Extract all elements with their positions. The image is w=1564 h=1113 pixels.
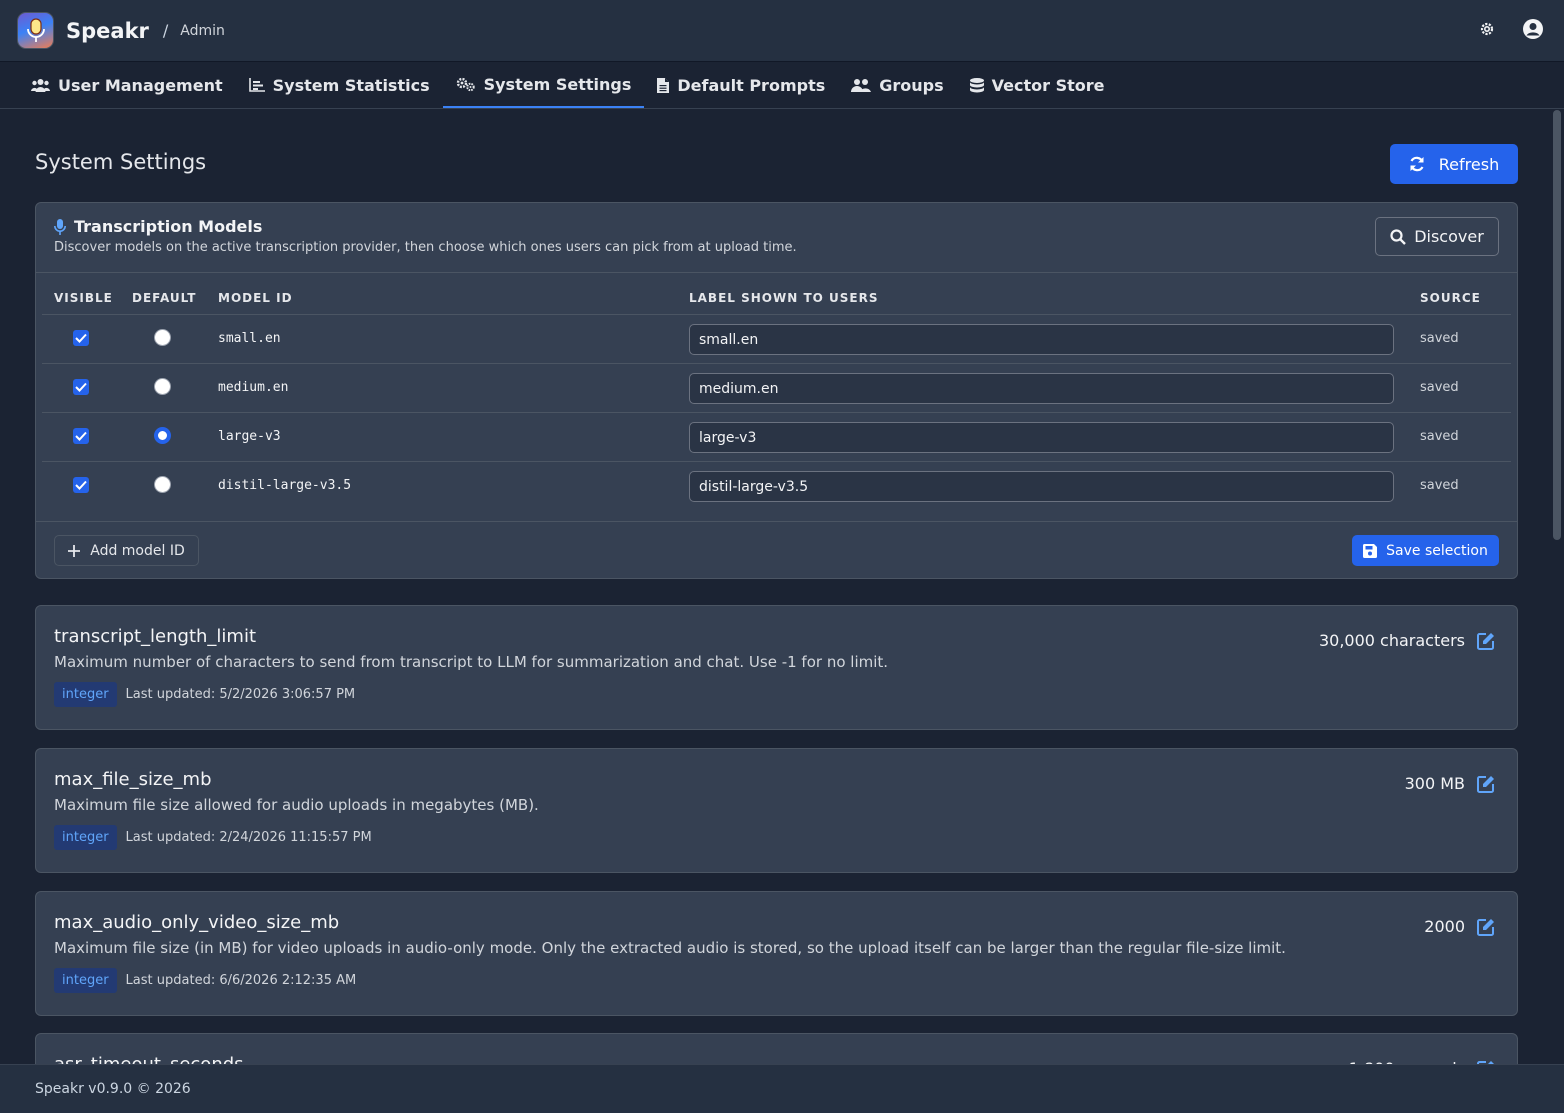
setting-name: max_file_size_mb — [54, 769, 212, 790]
default-radio[interactable] — [154, 329, 171, 346]
plus-icon — [68, 544, 81, 557]
model-source: saved — [1420, 429, 1459, 444]
page-title: System Settings — [35, 150, 207, 174]
table-row: large-v3 saved — [42, 413, 1511, 462]
col-source: SOURCE — [1420, 291, 1481, 305]
model-label-input[interactable] — [689, 373, 1394, 404]
setting-description: Maximum file size (in MB) for video uplo… — [54, 939, 1286, 957]
refresh-icon — [1410, 156, 1424, 172]
visible-checkbox[interactable] — [73, 428, 89, 444]
edit-icon[interactable] — [1477, 918, 1495, 936]
transcription-models-card: Transcription Models Discover models on … — [35, 202, 1518, 579]
col-default: DEFAULT — [132, 291, 197, 305]
setting-name: transcript_length_limit — [54, 626, 257, 647]
type-badge: integer — [54, 682, 117, 707]
visible-checkbox[interactable] — [73, 379, 89, 395]
brand-name[interactable]: Speakr — [66, 19, 149, 43]
tab-label: System Settings — [483, 74, 632, 94]
database-icon — [969, 77, 984, 92]
save-selection-label: Save selection — [1386, 542, 1488, 559]
setting-value: 30,000 characters — [1318, 631, 1465, 650]
visible-checkbox[interactable] — [73, 330, 89, 346]
col-model-id: MODEL ID — [218, 291, 293, 305]
speakr-logo-icon[interactable] — [17, 12, 54, 49]
tab-system-statistics[interactable]: System Statistics — [236, 62, 443, 108]
discover-button[interactable]: Discover — [1375, 217, 1499, 256]
setting-card: max_file_size_mb Maximum file size allow… — [35, 748, 1518, 873]
tab-groups[interactable]: Groups — [838, 62, 956, 108]
models-table-header: VISIBLE DEFAULT MODEL ID LABEL SHOWN TO … — [42, 274, 1511, 315]
search-icon — [1390, 228, 1407, 245]
default-radio[interactable] — [154, 476, 171, 493]
tab-label: Groups — [879, 75, 944, 95]
save-icon — [1363, 543, 1378, 558]
setting-card: transcript_length_limit Maximum number o… — [35, 605, 1518, 730]
models-table: VISIBLE DEFAULT MODEL ID LABEL SHOWN TO … — [36, 274, 1517, 511]
setting-value: 2000 — [1424, 917, 1465, 936]
setting-description: Maximum file size allowed for audio uplo… — [54, 796, 539, 814]
bar-chart-icon — [248, 78, 265, 92]
refresh-label: Refresh — [1438, 154, 1500, 174]
add-model-button[interactable]: Add model ID — [54, 535, 199, 566]
default-radio-selected[interactable] — [154, 427, 171, 444]
setting-description: Maximum number of characters to send fro… — [54, 653, 889, 671]
model-label-input[interactable] — [689, 471, 1394, 502]
setting-card: max_audio_only_video_size_mb Maximum fil… — [35, 891, 1518, 1016]
user-account-icon[interactable] — [1522, 18, 1544, 40]
col-label: LABEL SHOWN TO USERS — [689, 291, 879, 305]
group-icon — [851, 78, 872, 92]
edit-icon[interactable] — [1477, 775, 1495, 793]
table-row: medium.en saved — [42, 364, 1511, 413]
tab-default-prompts[interactable]: Default Prompts — [644, 62, 838, 108]
gears-icon — [456, 77, 475, 91]
edit-icon[interactable] — [1477, 632, 1495, 650]
tab-label: Default Prompts — [677, 75, 826, 95]
setting-name: max_audio_only_video_size_mb — [54, 912, 340, 933]
last-updated: Last updated: 5/2/2026 3:06:57 PM — [125, 687, 356, 702]
table-row: distil-large-v3.5 saved — [42, 462, 1511, 511]
setting-value: 300 MB — [1404, 774, 1465, 793]
page-scrollbar[interactable] — [1553, 110, 1561, 540]
tab-system-settings[interactable]: System Settings — [442, 62, 645, 108]
type-badge: integer — [54, 968, 117, 993]
visible-checkbox[interactable] — [73, 477, 89, 493]
default-radio[interactable] — [154, 378, 171, 395]
model-id: small.en — [218, 331, 281, 346]
refresh-button[interactable]: Refresh — [1390, 144, 1518, 184]
table-row: small.en saved — [42, 315, 1511, 364]
models-description: Discover models on the active transcript… — [54, 240, 797, 255]
type-badge: integer — [54, 825, 117, 850]
footer-version: Speakr v0.9.0 © 2026 — [35, 1081, 191, 1097]
model-label-input[interactable] — [689, 422, 1394, 453]
admin-tabs: User Management System Statistics System… — [0, 62, 1564, 109]
tab-label: User Management — [58, 75, 223, 95]
model-id: large-v3 — [218, 429, 281, 444]
tab-label: System Statistics — [272, 75, 430, 95]
model-source: saved — [1420, 380, 1459, 395]
users-icon — [31, 79, 50, 92]
document-icon — [657, 77, 670, 93]
tab-vector-store[interactable]: Vector Store — [957, 62, 1118, 108]
save-selection-button[interactable]: Save selection — [1352, 535, 1499, 566]
model-label-input[interactable] — [689, 324, 1394, 355]
last-updated: Last updated: 6/6/2026 2:12:35 AM — [125, 973, 357, 988]
add-model-label: Add model ID — [90, 542, 185, 559]
microphone-icon — [54, 218, 66, 235]
last-updated: Last updated: 2/24/2026 11:15:57 PM — [125, 830, 372, 845]
breadcrumb-separator: / — [162, 21, 169, 40]
models-title: Transcription Models — [74, 217, 263, 236]
tab-user-management[interactable]: User Management — [18, 62, 236, 108]
top-bar: Speakr / Admin — [0, 0, 1564, 62]
breadcrumb-admin: Admin — [180, 22, 225, 39]
discover-label: Discover — [1414, 227, 1484, 246]
model-source: saved — [1420, 478, 1459, 493]
col-visible: VISIBLE — [54, 291, 113, 305]
model-source: saved — [1420, 331, 1459, 346]
footer: Speakr v0.9.0 © 2026 — [0, 1064, 1564, 1113]
model-id: distil-large-v3.5 — [218, 478, 352, 493]
model-id: medium.en — [218, 380, 289, 395]
settings-gear-icon[interactable] — [1478, 20, 1496, 38]
tab-label: Vector Store — [991, 75, 1105, 95]
